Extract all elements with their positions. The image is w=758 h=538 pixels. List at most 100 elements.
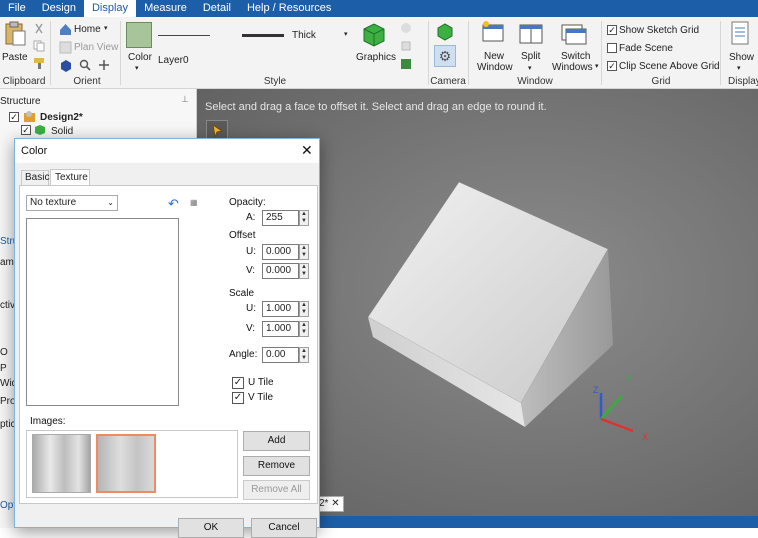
offset-u-spinner[interactable]: ▲ ▼ xyxy=(299,244,309,260)
solid-visibility-checkbox[interactable]: ✓ xyxy=(21,125,31,135)
ok-button[interactable]: OK xyxy=(178,518,244,538)
pan-icon[interactable] xyxy=(98,59,110,71)
design-node-label[interactable]: Design2* xyxy=(40,112,83,123)
scale-v-spinner[interactable]: ▲ ▼ xyxy=(299,321,309,337)
paste-button[interactable]: Paste xyxy=(2,52,28,63)
menu-design[interactable]: Design xyxy=(34,0,84,17)
v-tile-checkbox[interactable]: ✓ xyxy=(232,392,244,404)
dialog-titlebar: Color ✕ xyxy=(15,139,319,163)
plan-view-icon[interactable] xyxy=(59,41,72,54)
render-icon[interactable] xyxy=(400,58,412,70)
partial-label: O xyxy=(0,347,8,358)
home-button[interactable]: Home xyxy=(74,24,101,35)
fade-scene-label[interactable]: Fade Scene xyxy=(619,43,673,54)
offset-u-label: U: xyxy=(246,246,256,257)
view-cube-icon[interactable] xyxy=(59,59,72,72)
undo-icon[interactable]: ↶ xyxy=(168,196,179,212)
u-tile-label[interactable]: U Tile xyxy=(248,377,274,388)
camera-cube-icon[interactable] xyxy=(436,23,454,41)
style-group-label: Style xyxy=(263,76,287,87)
offset-u-input[interactable]: 0.000 xyxy=(262,244,299,260)
axis-z-label: Z xyxy=(593,385,599,395)
angle-input[interactable]: 0.00 xyxy=(262,347,299,363)
box-icon[interactable] xyxy=(400,40,412,52)
tab-texture[interactable]: Texture xyxy=(50,169,90,186)
new-window-icon[interactable] xyxy=(481,21,505,43)
new-window-button-line2[interactable]: Window xyxy=(477,62,513,73)
color-swatch-icon[interactable] xyxy=(126,22,152,48)
show-sketch-grid-label[interactable]: Show Sketch Grid xyxy=(619,25,699,36)
solid-node-label[interactable]: Solid xyxy=(51,126,73,137)
offset-v-label: V: xyxy=(246,265,256,276)
split-icon[interactable] xyxy=(519,23,543,45)
camera-group-label: Camera xyxy=(430,76,466,87)
format-painter-icon[interactable] xyxy=(33,57,46,70)
menu-detail[interactable]: Detail xyxy=(195,0,239,17)
copy-icon[interactable] xyxy=(33,40,45,52)
remove-all-button[interactable]: Remove All xyxy=(243,480,310,500)
opacity-a-input[interactable]: 255 xyxy=(262,210,299,226)
grid-icon[interactable]: ▦ xyxy=(190,198,198,207)
remove-button[interactable]: Remove xyxy=(243,456,310,476)
color-button[interactable]: Color xyxy=(128,52,152,63)
close-icon[interactable]: ✕ xyxy=(331,498,339,509)
show-button[interactable]: Show xyxy=(729,52,754,63)
images-label: Images: xyxy=(30,416,66,427)
angle-spinner[interactable]: ▲ ▼ xyxy=(299,347,309,363)
show-sketch-grid-checkbox[interactable]: ✓ xyxy=(607,25,617,35)
home-icon[interactable] xyxy=(59,23,72,36)
chevron-down-icon: ▾ xyxy=(104,25,108,32)
menu-file[interactable]: File xyxy=(0,0,34,17)
texture-preview xyxy=(26,218,179,406)
texture-thumbnail-1[interactable] xyxy=(32,434,91,493)
u-tile-checkbox[interactable]: ✓ xyxy=(232,377,244,389)
solid-box[interactable] xyxy=(367,179,627,439)
new-window-button-line1[interactable]: New xyxy=(484,51,504,62)
chevron-down-icon: ▾ xyxy=(344,31,348,38)
cut-icon[interactable] xyxy=(33,23,45,35)
switch-windows-icon[interactable] xyxy=(561,23,587,45)
line-weight-preview-icon[interactable] xyxy=(242,34,284,37)
switch-windows-line2[interactable]: Windows xyxy=(552,62,593,73)
paste-icon[interactable] xyxy=(4,21,26,47)
texture-select[interactable]: No texture ⌄ xyxy=(26,195,118,211)
menu-help[interactable]: Help / Resources xyxy=(239,0,339,17)
divider xyxy=(601,21,602,85)
zoom-icon[interactable] xyxy=(79,59,91,71)
line-weight-label[interactable]: Thick xyxy=(292,30,316,41)
fade-scene-checkbox[interactable] xyxy=(607,43,617,53)
menu-measure[interactable]: Measure xyxy=(136,0,195,17)
line-style-preview-icon[interactable] xyxy=(158,35,210,36)
plan-view-button[interactable]: Plan View xyxy=(74,42,118,53)
pin-icon[interactable]: ⊥ xyxy=(181,94,189,105)
offset-v-spinner[interactable]: ▲ ▼ xyxy=(299,263,309,279)
switch-windows-line1[interactable]: Switch xyxy=(561,51,590,62)
design-visibility-checkbox[interactable]: ✓ xyxy=(9,112,19,122)
show-icon[interactable] xyxy=(730,21,750,47)
offset-v-input[interactable]: 0.000 xyxy=(262,263,299,279)
scale-u-label: U: xyxy=(246,303,256,314)
opacity-a-spinner[interactable]: ▲ ▼ xyxy=(299,210,309,226)
close-icon[interactable]: ✕ xyxy=(301,142,313,159)
clip-scene-checkbox[interactable]: ✓ xyxy=(607,61,617,71)
add-button[interactable]: Add xyxy=(243,431,310,451)
graphics-cube-icon[interactable] xyxy=(361,22,387,48)
layer-label[interactable]: Layer0 xyxy=(158,55,189,66)
sphere-icon[interactable] xyxy=(400,22,412,34)
divider xyxy=(468,21,469,85)
scale-u-input[interactable]: 1.000 xyxy=(262,301,299,317)
scale-v-input[interactable]: 1.000 xyxy=(262,321,299,337)
split-button[interactable]: Split xyxy=(521,51,540,62)
axis-x-label: X xyxy=(642,432,649,442)
divider xyxy=(720,21,721,85)
v-tile-label[interactable]: V Tile xyxy=(248,392,273,403)
menu-display[interactable]: Display xyxy=(83,0,137,17)
window-tab[interactable]: 2* ✕ xyxy=(316,496,344,512)
clip-scene-label[interactable]: Clip Scene Above Grid xyxy=(619,61,720,72)
graphics-button[interactable]: Graphics xyxy=(356,52,396,63)
cancel-button[interactable]: Cancel xyxy=(251,518,317,538)
camera-settings-icon[interactable]: ⚙ xyxy=(434,45,456,67)
tab-basic[interactable]: Basic xyxy=(21,170,49,185)
texture-thumbnail-2[interactable] xyxy=(96,434,156,493)
scale-u-spinner[interactable]: ▲ ▼ xyxy=(299,301,309,317)
